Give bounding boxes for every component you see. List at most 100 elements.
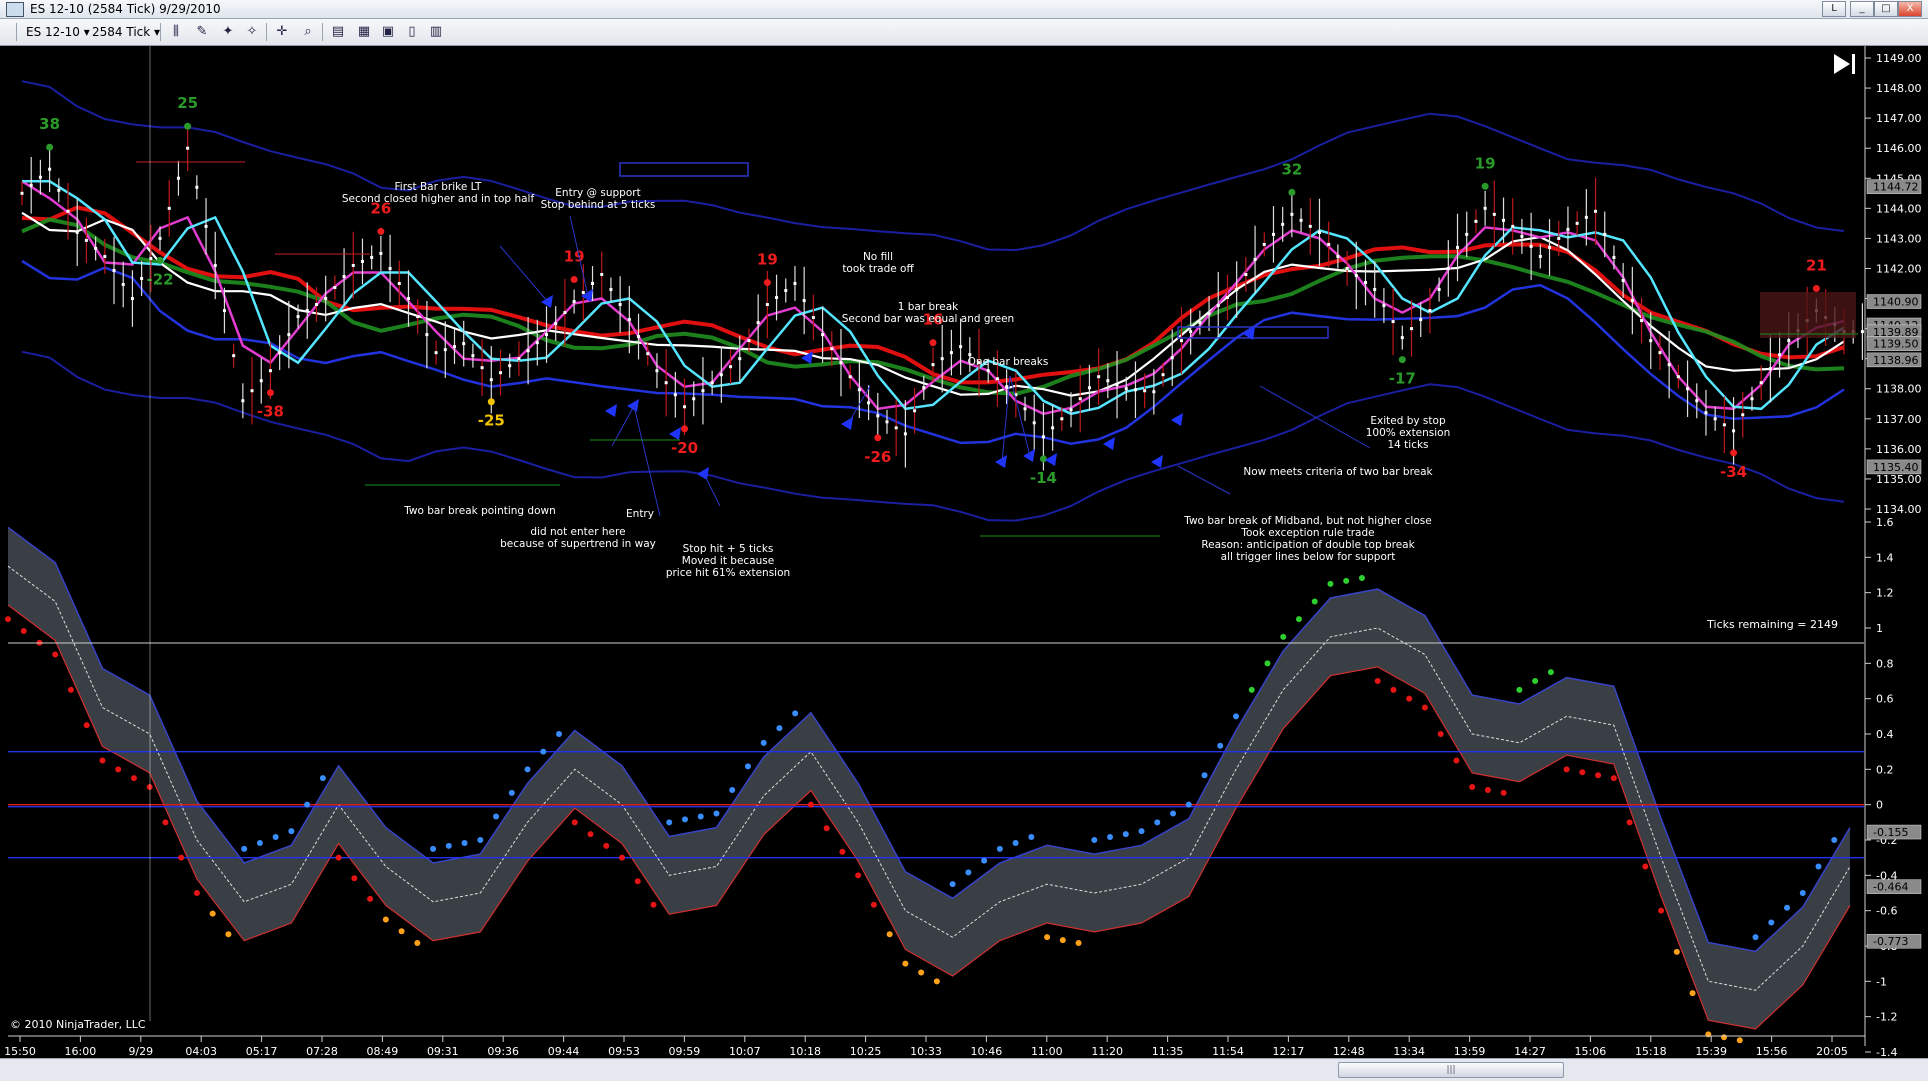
swing-point-dot [46,143,54,151]
bar-close-tick [1741,413,1745,417]
oscillator-dot [430,845,437,852]
bar-close-tick [775,296,779,300]
bar-close-tick [333,286,337,290]
price-axis-label: 1136.00 [1876,443,1922,456]
bar-close-tick [581,291,585,295]
trade-arrow-icon [627,399,639,412]
bar-close-tick [1520,234,1524,238]
bar-close-tick [664,381,668,385]
bar-close-tick [719,373,723,377]
swing-point-label: 25 [177,94,198,112]
oscillator-dot [508,789,515,796]
annotation-text: No fill [863,251,893,263]
osc-axis-label: 0.6 [1876,693,1894,706]
annotation-text: Exited by stop [1370,415,1446,427]
oscillator-dot [99,757,106,764]
bar-close-tick [848,375,852,379]
time-axis-label: 20:05 [1816,1045,1848,1058]
bar-close-tick [1143,389,1147,393]
bar-close-tick [793,282,797,285]
bar-close-tick [241,399,245,403]
annotation-text: 14 ticks [1387,439,1428,451]
oscillator-dot [445,842,452,849]
oscillator-dot [414,940,421,947]
bar-close-tick [434,351,438,355]
price-marker-label: 1144.72 [1873,181,1919,194]
bar-close-tick [646,352,650,356]
close-button[interactable]: X [1898,1,1922,17]
osc-axis-label: 1.2 [1876,587,1894,600]
strategies-icon[interactable]: ▦ [356,24,372,40]
swing-point-dot [184,122,192,130]
bar-close-tick [591,282,595,285]
bar-close-tick [425,333,429,337]
hide-drawings-icon[interactable]: ✧ [244,24,260,40]
bar-close-tick [1649,339,1653,343]
bar-close-tick [1410,327,1414,331]
bar-close-tick [1640,319,1644,323]
price-marker-label: 1135.40 [1873,461,1919,474]
chart-properties-icon[interactable]: ▣ [380,24,396,40]
bar-close-tick [48,167,52,171]
bar-type-icon[interactable]: ⫼ [168,24,184,40]
zoom-icon[interactable]: ⌕ [300,24,316,40]
pencil-draw-icon[interactable]: ✎ [194,24,210,40]
upper-band-line [21,80,1845,252]
osc-marker-label: -0.773 [1873,935,1908,948]
minimize-button[interactable]: _ [1850,1,1874,17]
bar-close-tick [1363,280,1367,284]
annotation-text: took trade off [842,263,914,275]
swing-point-dot [570,276,578,284]
bar-close-tick [857,388,861,392]
bar-close-tick [1317,230,1321,234]
bar-close-tick [1170,356,1174,360]
bar-close-tick [673,393,677,397]
scrollbar-thumb[interactable]: ||| [1338,1062,1564,1078]
link-window-button[interactable]: L [1822,1,1846,17]
scroll-to-end-icon[interactable] [1834,54,1855,74]
time-axis-label: 10:25 [850,1045,882,1058]
swing-point-label: -25 [478,412,505,430]
bar-close-tick [995,377,999,381]
indicators-icon[interactable]: ▤ [330,24,346,40]
time-axis-label: 15:50 [4,1045,36,1058]
time-axis-label: 08:49 [367,1045,399,1058]
oscillator-dot [1248,686,1255,693]
instrument-selector[interactable]: ES 12-10 ▾ [26,23,90,41]
annotation-text: Took exception rule trade [1240,527,1374,539]
add-strategy-icon[interactable]: ✦ [220,24,236,40]
oscillator-dot [587,831,594,838]
bar-close-tick [1198,321,1202,325]
data-box-icon[interactable]: ▯ [404,24,420,40]
oscillator-dot [634,878,641,885]
oscillator-dot [1295,616,1302,623]
bar-close-tick [66,209,70,213]
horizontal-scrollbar[interactable]: ||| [0,1058,1928,1081]
oscillator-dot [713,810,720,817]
swing-point-dot [377,227,385,235]
bar-close-tick [1686,387,1690,391]
annotation-leader-line [703,473,721,507]
price-marker-label: 1139.50 [1873,338,1919,351]
bar-close-tick [545,333,549,337]
annotation-text: because of supertrend in way [500,538,656,550]
swing-point-dot [1039,455,1047,463]
bar-close-tick [1704,411,1708,415]
swing-point-dot [1398,356,1406,364]
bar-close-tick [1382,304,1386,308]
maximize-button[interactable]: □ [1874,1,1898,17]
chart-area[interactable]: 3825-2226-38-2519-201916-26-1432-1719-34… [0,46,1928,1058]
bar-close-tick [287,333,291,337]
bar-close-tick [1566,227,1570,231]
interval-selector[interactable]: 2584 Tick ▾ [92,23,160,41]
oscillator-lower-edge [7,604,1851,1030]
toolbar-grip [16,23,17,41]
bar-close-tick [370,255,374,259]
bar-close-tick [1032,421,1036,425]
templates-icon[interactable]: ▥ [428,24,444,40]
bar-close-tick [462,342,466,346]
oscillator-dot [1154,819,1161,826]
price-axis-label: 1143.00 [1876,232,1922,245]
crosshair-icon[interactable]: ✛ [274,24,290,40]
bar-close-tick [986,369,990,373]
